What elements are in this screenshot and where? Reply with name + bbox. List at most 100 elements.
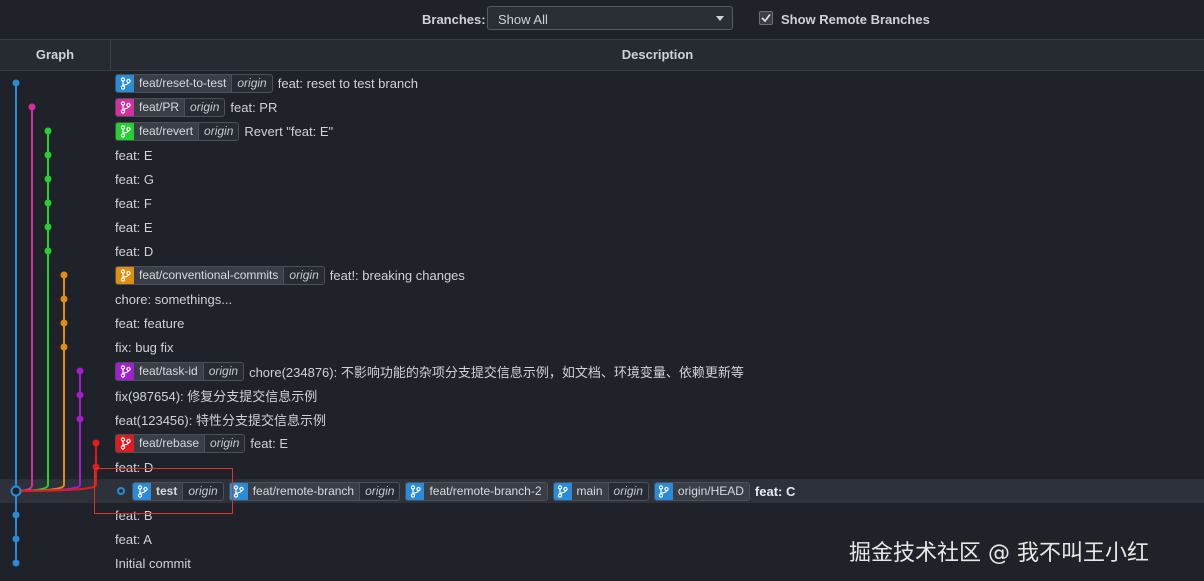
branches-select[interactable]: Show All xyxy=(487,6,733,30)
commit-node[interactable] xyxy=(12,79,20,87)
watermark: 掘金技术社区 @ 我不叫王小红 xyxy=(849,541,1149,566)
commit-message: feat: E xyxy=(115,147,153,163)
commit-row[interactable]: feat: E xyxy=(0,215,1204,239)
branch-name: feat/revert xyxy=(134,122,199,140)
annotation-highlight-box xyxy=(94,468,233,514)
commit-message: chore: somethings... xyxy=(115,291,233,307)
commit-node[interactable] xyxy=(44,247,52,255)
commit-node[interactable] xyxy=(60,295,68,303)
branch-icon xyxy=(116,74,134,92)
commit-message: feat: G xyxy=(115,171,155,187)
branch-label[interactable]: main origin xyxy=(552,481,649,501)
branch-label[interactable]: feat/rebase origin xyxy=(115,433,246,453)
commit-message: feat: reset to test branch xyxy=(277,75,418,91)
commit-row[interactable]: feat/conventional-commits origin feat!: br… xyxy=(0,263,1204,287)
graph-merge-edge xyxy=(15,443,97,492)
commit-row[interactable]: feat/task-id origin chore(234876): 不影响功能的杂… xyxy=(0,359,1204,383)
branch-name: feat/rebase xyxy=(134,434,205,452)
commit-message: fix(987654): 修复分支提交信息示例 xyxy=(115,388,318,404)
remote-name: origin xyxy=(359,482,399,500)
branch-label[interactable]: origin/HEAD xyxy=(653,481,750,501)
description-column-header[interactable]: Description xyxy=(111,40,1204,70)
commit-message: Revert "feat: E" xyxy=(244,123,334,139)
branch-label[interactable]: feat/reset-to-test origin xyxy=(115,73,273,93)
commit-message: feat!: breaking changes xyxy=(329,267,465,283)
remote-name: origin xyxy=(198,122,238,140)
branch-name: origin/HEAD xyxy=(672,482,749,500)
graph-merge-edge xyxy=(15,107,33,492)
branch-name: feat/remote-branch-2 xyxy=(424,482,547,500)
remote-name: origin xyxy=(607,482,648,500)
commit-row[interactable]: feat: E xyxy=(0,143,1204,167)
branch-icon xyxy=(654,482,673,500)
commit-node[interactable] xyxy=(76,391,84,399)
branch-label[interactable]: feat/remote-branch-2 xyxy=(405,481,548,501)
commit-node[interactable] xyxy=(60,343,68,351)
commit-message: fix: bug fix xyxy=(115,339,174,355)
commit-message: feat: feature xyxy=(115,315,185,331)
chevron-down-icon xyxy=(716,16,724,21)
branch-name: feat/PR xyxy=(134,98,185,116)
branch-icon xyxy=(553,482,572,500)
branch-label[interactable]: feat/remote-branch origin xyxy=(228,481,401,501)
commit-node[interactable] xyxy=(28,103,36,111)
remote-name: origin xyxy=(184,98,224,116)
remote-name: origin xyxy=(202,362,243,380)
commit-row[interactable]: feat/PR origin feat: PR xyxy=(0,95,1204,119)
commit-message: Initial commit xyxy=(115,555,191,571)
remote-name: origin xyxy=(283,266,323,284)
commit-node[interactable] xyxy=(12,511,20,519)
commit-row[interactable]: feat: feature xyxy=(0,311,1204,335)
branch-icon xyxy=(116,122,134,140)
show-remote-checkbox[interactable] xyxy=(759,11,773,25)
show-remote-label[interactable]: Show Remote Branches xyxy=(781,12,930,27)
branch-name: main xyxy=(571,482,608,500)
commit-node[interactable] xyxy=(44,223,52,231)
commit-row[interactable]: feat: F xyxy=(0,191,1204,215)
commit-node[interactable] xyxy=(92,439,100,447)
commit-row[interactable]: feat: G xyxy=(0,167,1204,191)
remote-name: origin xyxy=(231,74,271,92)
commit-node[interactable] xyxy=(44,151,52,159)
commit-node[interactable] xyxy=(12,559,20,567)
branches-select-value: Show All xyxy=(498,12,548,27)
commit-node[interactable] xyxy=(12,535,20,543)
commit-node[interactable] xyxy=(76,415,84,423)
commit-message: feat: D xyxy=(115,243,154,259)
column-header: Graph Description xyxy=(0,40,1204,71)
commit-row[interactable]: fix: bug fix xyxy=(0,335,1204,359)
branch-label[interactable]: feat/PR origin xyxy=(115,97,226,117)
remote-name: origin xyxy=(204,434,244,452)
head-commit-node[interactable] xyxy=(10,485,22,497)
commit-node[interactable] xyxy=(76,367,84,375)
branch-icon xyxy=(116,266,134,284)
commit-message: feat: F xyxy=(115,195,152,211)
branch-label[interactable]: feat/conventional-commits origin xyxy=(115,265,325,285)
branch-icon xyxy=(116,362,134,380)
commit-row[interactable]: feat(123456): 特性分支提交信息示例 xyxy=(0,407,1204,431)
commit-node[interactable] xyxy=(60,319,68,327)
commit-message: chore(234876): 不影响功能的杂项分支提交信息示例，如文档、环境变量… xyxy=(249,364,744,380)
branch-label[interactable]: feat/revert origin xyxy=(115,121,240,141)
commit-message: feat(123456): 特性分支提交信息示例 xyxy=(115,412,326,428)
commit-row[interactable]: feat/reset-to-test origin feat: reset to t… xyxy=(0,71,1204,95)
branch-name: feat/conventional-commits xyxy=(134,266,284,284)
commit-node[interactable] xyxy=(44,127,52,135)
branch-icon xyxy=(116,98,134,116)
commit-message: feat: A xyxy=(115,531,152,547)
branch-icon xyxy=(406,482,425,500)
commit-message: feat: E xyxy=(250,435,288,451)
commit-row[interactable]: feat/revert origin Revert "feat: E" xyxy=(0,119,1204,143)
commit-row[interactable]: chore: somethings... xyxy=(0,287,1204,311)
branch-label[interactable]: feat/task-id origin xyxy=(115,361,245,381)
commit-message: feat: PR xyxy=(230,99,278,115)
branches-label: Branches: xyxy=(422,12,486,27)
commit-node[interactable] xyxy=(44,175,52,183)
commit-message: feat: C xyxy=(754,483,796,499)
commit-row[interactable]: fix(987654): 修复分支提交信息示例 xyxy=(0,383,1204,407)
commit-node[interactable] xyxy=(44,199,52,207)
commit-row[interactable]: feat/rebase origin feat: E xyxy=(0,431,1204,455)
commit-row[interactable]: feat: D xyxy=(0,239,1204,263)
commit-node[interactable] xyxy=(60,271,68,279)
commit-message: feat: E xyxy=(115,219,153,235)
